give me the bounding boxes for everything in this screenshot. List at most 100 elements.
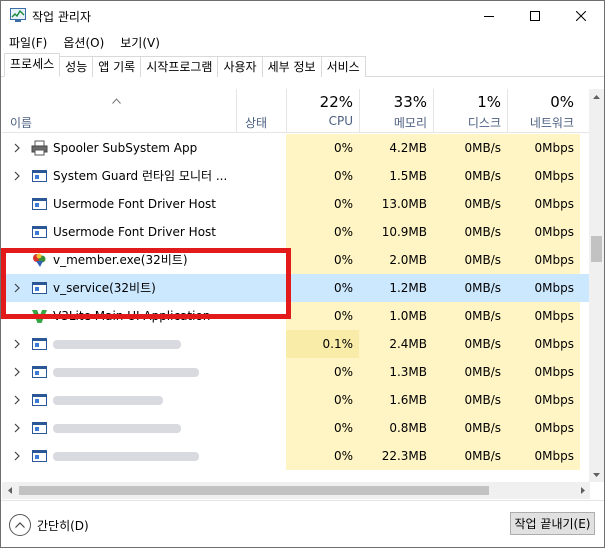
tab-app-history[interactable]: 앱 기록 <box>92 56 142 77</box>
table-row[interactable]: Usermode Font Driver Host 0% 13.0MB 0MB/s 0M… <box>2 190 590 218</box>
vertical-scrollbar[interactable] <box>589 89 604 482</box>
cpu-value: 0% <box>286 134 359 162</box>
table-row[interactable]: v_member.exe(32비트) 0% 2.0MB 0MB/s 0Mbps <box>2 246 590 274</box>
network-value: 0Mbps <box>507 358 580 386</box>
window-icon <box>31 336 48 352</box>
table-row[interactable]: System Guard 런타임 모니터 ... 0% 1.5MB 0MB/s 0Mbp… <box>2 162 590 190</box>
memory-value: 1.5MB <box>359 162 433 190</box>
expand-chevron-icon[interactable] <box>12 170 22 182</box>
column-header: 이름 상태 22% CPU 33% 메모리 1% 디스크 0% 네트워크 <box>2 89 590 133</box>
tab-startup[interactable]: 시작프로그램 <box>140 56 219 77</box>
cpu-value: 0% <box>286 414 359 442</box>
memory-value: 1.0MB <box>359 302 433 330</box>
window-icon <box>31 364 48 380</box>
window-title: 작업 관리자 <box>32 10 92 24</box>
horizontal-scrollbar[interactable] <box>2 482 590 499</box>
column-cpu[interactable]: 22% CPU <box>286 89 359 133</box>
horizontal-scroll-thumb[interactable] <box>19 486 489 495</box>
column-memory[interactable]: 33% 메모리 <box>359 89 433 133</box>
scroll-up-icon[interactable] <box>589 89 604 104</box>
table-row[interactable]: Usermode Font Driver Host 0% 10.9MB 0MB/s 0M… <box>2 218 590 246</box>
table-row[interactable]: V3Lite Main UI Application 0% 1.0MB 0MB/s 0M… <box>2 302 590 330</box>
redacted-process-name <box>53 340 181 349</box>
printer-icon <box>31 140 48 156</box>
close-button[interactable] <box>558 1 604 31</box>
task-manager-window: 작업 관리자 파일(F) 옵션(O) 보기(V) 프로세스 성능 앱 기록 시작… <box>0 0 605 548</box>
network-value: 0Mbps <box>507 218 580 246</box>
disk-value: 0MB/s <box>433 386 507 414</box>
vertical-scroll-thumb[interactable] <box>591 236 602 262</box>
network-value: 0Mbps <box>507 190 580 218</box>
table-row[interactable]: Spooler SubSystem App 0% 4.2MB 0MB/s 0Mbps <box>2 134 590 162</box>
chevron-up-icon <box>15 522 25 528</box>
disk-value: 0MB/s <box>433 414 507 442</box>
collapse-label[interactable]: 간단히(D) <box>37 517 89 534</box>
expand-chevron-icon[interactable] <box>12 282 22 294</box>
menu-options[interactable]: 옵션(O) <box>61 32 106 53</box>
process-name: Usermode Font Driver Host <box>53 197 216 211</box>
process-name: v_member.exe(32비트) <box>53 253 188 267</box>
table-row[interactable]: 0.1% 2.4MB 0MB/s 0Mbps <box>2 330 590 358</box>
memory-value: 10.9MB <box>359 218 433 246</box>
memory-value: 22.3MB <box>359 442 433 470</box>
disk-value: 0MB/s <box>433 134 507 162</box>
memory-value: 1.2MB <box>389 281 427 295</box>
memory-value: 0.8MB <box>359 414 433 442</box>
expand-chevron-icon[interactable] <box>12 394 22 406</box>
table-row[interactable]: 0% 1.3MB 0MB/s 0Mbps <box>2 358 590 386</box>
column-network-label: 네트워크 <box>529 116 574 130</box>
column-memory-label: 메모리 <box>393 116 427 130</box>
menu-view[interactable]: 보기(V) <box>118 32 162 53</box>
end-task-button[interactable]: 작업 끝내기(E) <box>510 512 595 535</box>
process-list: Spooler SubSystem App 0% 4.2MB 0MB/s 0Mbps Sy… <box>2 134 590 482</box>
column-disk[interactable]: 1% 디스크 <box>433 89 507 133</box>
expand-chevron-icon[interactable] <box>12 338 22 350</box>
v-member-icon <box>31 252 48 268</box>
column-cpu-label: CPU <box>328 114 353 128</box>
network-value: 0Mbps <box>507 162 580 190</box>
cpu-total-percent: 22% <box>319 93 353 111</box>
tab-users[interactable]: 사용자 <box>217 56 263 77</box>
cpu-value: 0.1% <box>286 330 359 358</box>
network-value: 0Mbps <box>534 281 574 295</box>
menu-file[interactable]: 파일(F) <box>7 32 49 53</box>
scroll-right-icon[interactable] <box>575 482 590 499</box>
table-row[interactable]: v_service(32비트) 0% 1.2MB 0MB/s 0Mbps <box>2 274 590 302</box>
cpu-value: 0% <box>286 358 359 386</box>
table-row[interactable]: 0% 22.3MB 0MB/s 0Mbps <box>2 442 590 470</box>
cpu-value: 0% <box>286 162 359 190</box>
memory-value: 4.2MB <box>359 134 433 162</box>
minimize-button[interactable] <box>466 1 512 31</box>
tab-bar: 프로세스 성능 앱 기록 시작프로그램 사용자 세부 정보 서비스 <box>1 53 604 77</box>
column-network[interactable]: 0% 네트워크 <box>507 89 580 133</box>
cpu-value: 0% <box>286 442 359 470</box>
table-row[interactable]: 0% 1.6MB 0MB/s 0Mbps <box>2 386 590 414</box>
disk-value: 0MB/s <box>433 330 507 358</box>
process-name: v_service(32비트) <box>53 281 156 295</box>
table-row[interactable]: 0% 0.8MB 0MB/s 0Mbps <box>2 414 590 442</box>
expand-chevron-icon[interactable] <box>12 142 22 154</box>
expand-chevron-icon[interactable] <box>12 366 22 378</box>
scroll-left-icon[interactable] <box>2 482 17 499</box>
cpu-value: 0% <box>286 302 359 330</box>
expand-chevron-icon[interactable] <box>12 450 22 462</box>
footer-bar: 간단히(D) 작업 끝내기(E) <box>1 500 604 547</box>
tab-details[interactable]: 세부 정보 <box>261 56 322 77</box>
disk-value: 0MB/s <box>433 302 507 330</box>
process-name: System Guard 런타임 모니터 ... <box>53 169 228 183</box>
scroll-down-icon[interactable] <box>589 467 604 482</box>
tab-processes[interactable]: 프로세스 <box>4 53 61 77</box>
window-icon <box>31 280 48 296</box>
column-status[interactable]: 상태 <box>236 89 286 133</box>
maximize-button[interactable] <box>512 1 558 31</box>
memory-value: 1.6MB <box>359 386 433 414</box>
column-disk-label: 디스크 <box>467 116 501 130</box>
cpu-value: 0% <box>286 246 359 274</box>
cpu-value: 0% <box>286 386 359 414</box>
tab-services[interactable]: 서비스 <box>320 56 366 77</box>
title-bar[interactable]: 작업 관리자 <box>1 1 604 31</box>
tab-performance[interactable]: 성능 <box>59 56 94 77</box>
collapse-button[interactable] <box>9 514 31 536</box>
expand-chevron-icon[interactable] <box>12 422 22 434</box>
network-value: 0Mbps <box>507 386 580 414</box>
